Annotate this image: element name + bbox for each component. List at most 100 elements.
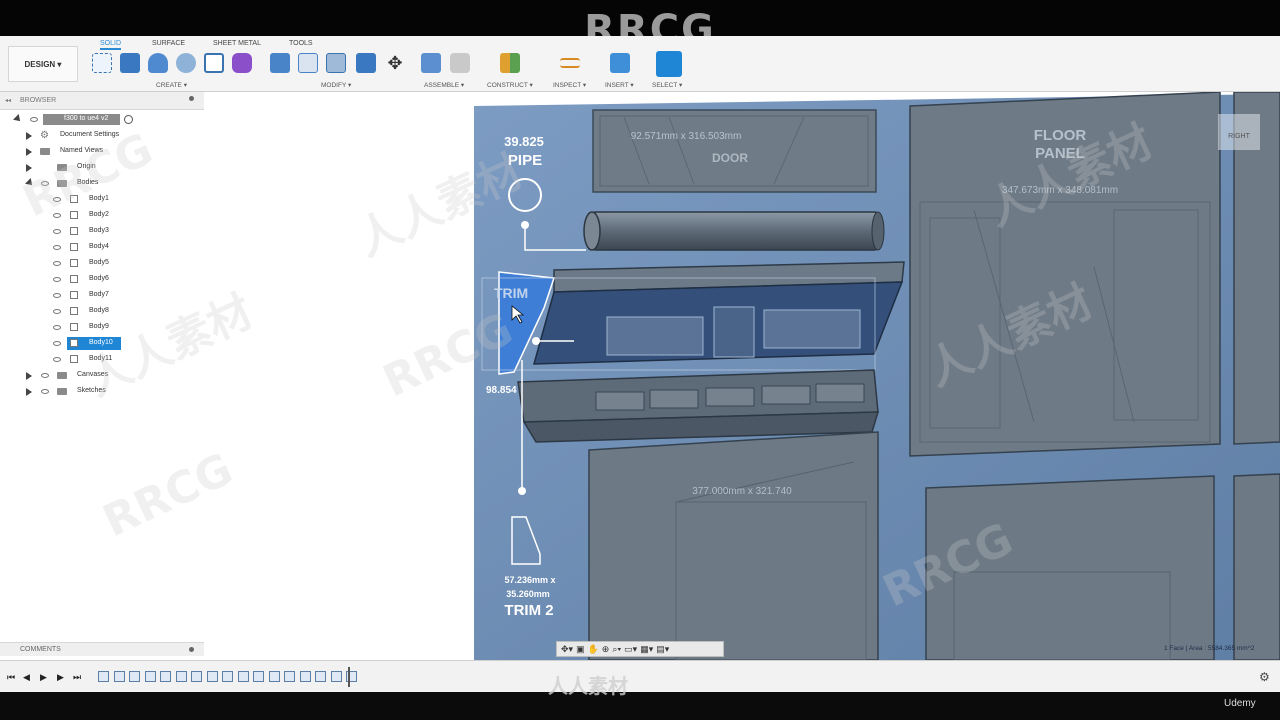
group-assemble[interactable]: ASSEMBLE ▾ [424, 81, 464, 89]
group-insert[interactable]: INSERT ▾ [605, 81, 634, 89]
group-inspect[interactable]: INSPECT ▾ [553, 81, 586, 89]
tree-body-item[interactable]: Body4 [0, 241, 204, 255]
visibility-icon[interactable] [30, 117, 38, 122]
timeline-feature[interactable] [237, 671, 249, 682]
look-at-icon[interactable]: ▣ [576, 644, 585, 655]
tree-body-item[interactable]: Body7 [0, 289, 204, 303]
viewcube[interactable] [1218, 114, 1260, 150]
timeline-feature[interactable] [206, 671, 218, 682]
step-back-icon[interactable]: ◀ [23, 672, 30, 683]
visibility-icon[interactable] [41, 181, 49, 186]
insert-image-icon[interactable] [610, 53, 630, 73]
model-viewport[interactable]: 92.571mm x 316.503mm DOOR 39.825 PIPE TR… [474, 92, 1280, 660]
visibility-icon[interactable] [53, 309, 61, 314]
timeline-feature[interactable] [284, 671, 295, 682]
timeline-feature[interactable] [299, 671, 311, 682]
tree-body-item[interactable]: Body5 [0, 257, 204, 271]
visibility-icon[interactable] [53, 357, 61, 362]
tree-origin[interactable]: Origin [0, 161, 204, 175]
measure-icon[interactable] [560, 58, 580, 68]
group-construct[interactable]: CONSTRUCT ▾ [487, 81, 533, 89]
go-to-end-icon[interactable]: ⏭ [73, 672, 81, 683]
timeline-feature[interactable] [98, 671, 109, 682]
expand-icon[interactable] [26, 164, 32, 172]
tree-canvases[interactable]: Canvases [0, 369, 204, 383]
timeline-feature[interactable] [253, 671, 264, 682]
tree-document[interactable]: f300 to ue4 v2 [0, 113, 204, 127]
select-icon[interactable] [656, 51, 682, 77]
tree-bodies[interactable]: Bodies [0, 177, 204, 191]
fillet-icon[interactable] [298, 53, 318, 73]
pan-icon[interactable]: ✋ [588, 644, 599, 655]
timeline-marker[interactable] [348, 667, 350, 687]
visibility-icon[interactable] [53, 245, 61, 250]
tree-body-item[interactable]: Body10 [0, 337, 204, 351]
timeline-feature[interactable] [330, 671, 342, 682]
move-icon[interactable]: ✥ [385, 53, 405, 73]
activate-icon[interactable] [124, 115, 133, 124]
add-comment-icon[interactable] [189, 647, 194, 652]
group-modify[interactable]: MODIFY ▾ [321, 81, 351, 89]
pin-icon[interactable] [189, 96, 194, 101]
timeline-feature[interactable] [268, 671, 280, 682]
sweep-icon[interactable] [176, 53, 196, 73]
orbit-icon[interactable]: ✥▾ [561, 644, 573, 655]
tree-named-views[interactable]: Named Views [0, 145, 204, 159]
vent-trim-part[interactable] [517, 369, 880, 443]
tab-tools[interactable]: TOOLS [289, 40, 313, 47]
expand-icon[interactable] [13, 114, 23, 124]
tree-document-settings[interactable]: ⚙ Document Settings [0, 129, 204, 143]
tree-sketches[interactable]: Sketches [0, 385, 204, 399]
chamfer-icon[interactable] [326, 53, 346, 73]
visibility-icon[interactable] [53, 325, 61, 330]
play-icon[interactable]: ▶ [40, 672, 47, 683]
comments-panel[interactable]: COMMENTS [0, 642, 204, 656]
bottom-panel-part[interactable] [925, 475, 1215, 660]
expand-icon[interactable] [25, 178, 35, 188]
timeline-feature[interactable] [129, 671, 140, 682]
tree-body-item[interactable]: Body3 [0, 225, 204, 239]
timeline-feature[interactable] [191, 671, 202, 682]
group-select[interactable]: SELECT ▾ [652, 81, 682, 89]
tree-body-item[interactable]: Body11 [0, 353, 204, 367]
tab-solid[interactable]: SOLID [100, 40, 122, 50]
bottom-edge-part[interactable] [1233, 473, 1280, 660]
shell-icon[interactable] [356, 53, 376, 73]
zoom-icon[interactable]: ⊕ [602, 644, 610, 655]
tree-body-item[interactable]: Body2 [0, 209, 204, 223]
tree-body-item[interactable]: Body1 [0, 193, 204, 207]
pipe-part[interactable] [583, 211, 885, 251]
visibility-icon[interactable] [53, 197, 61, 202]
offset-plane-icon[interactable] [500, 53, 520, 73]
go-to-start-icon[interactable]: ⏮ [7, 672, 15, 683]
visibility-icon[interactable] [53, 213, 61, 218]
timeline-feature[interactable] [144, 671, 156, 682]
expand-icon[interactable] [26, 388, 32, 396]
timeline-feature[interactable] [113, 671, 125, 682]
expand-icon[interactable] [26, 148, 32, 156]
joint-icon[interactable] [450, 53, 470, 73]
visibility-icon[interactable] [53, 293, 61, 298]
visibility-icon[interactable] [41, 389, 49, 394]
expand-icon[interactable] [26, 372, 32, 380]
workspace-switcher[interactable]: DESIGN ▾ [8, 46, 78, 82]
settings-gear-icon[interactable]: ⚙ [1259, 670, 1270, 684]
tree-body-item[interactable]: Body9 [0, 321, 204, 335]
revolve-icon[interactable] [148, 53, 168, 73]
collapse-icon[interactable]: ◂◂ [5, 97, 11, 104]
tree-body-item[interactable]: Body8 [0, 305, 204, 319]
visibility-icon[interactable] [53, 229, 61, 234]
press-pull-icon[interactable] [270, 53, 290, 73]
lower-panel-part[interactable] [588, 431, 879, 660]
visibility-icon[interactable] [53, 277, 61, 282]
form-icon[interactable] [232, 53, 252, 73]
timeline-feature[interactable] [315, 671, 326, 682]
group-create[interactable]: CREATE ▾ [156, 81, 187, 89]
expand-icon[interactable] [26, 132, 32, 140]
timeline-feature[interactable] [175, 671, 187, 682]
tab-sheet-metal[interactable]: SHEET METAL [213, 40, 261, 47]
tab-surface[interactable]: SURFACE [152, 40, 185, 47]
visibility-icon[interactable] [53, 261, 61, 266]
fit-icon[interactable]: ⌕▾ [612, 644, 621, 655]
step-forward-icon[interactable]: ▶ [57, 672, 64, 683]
